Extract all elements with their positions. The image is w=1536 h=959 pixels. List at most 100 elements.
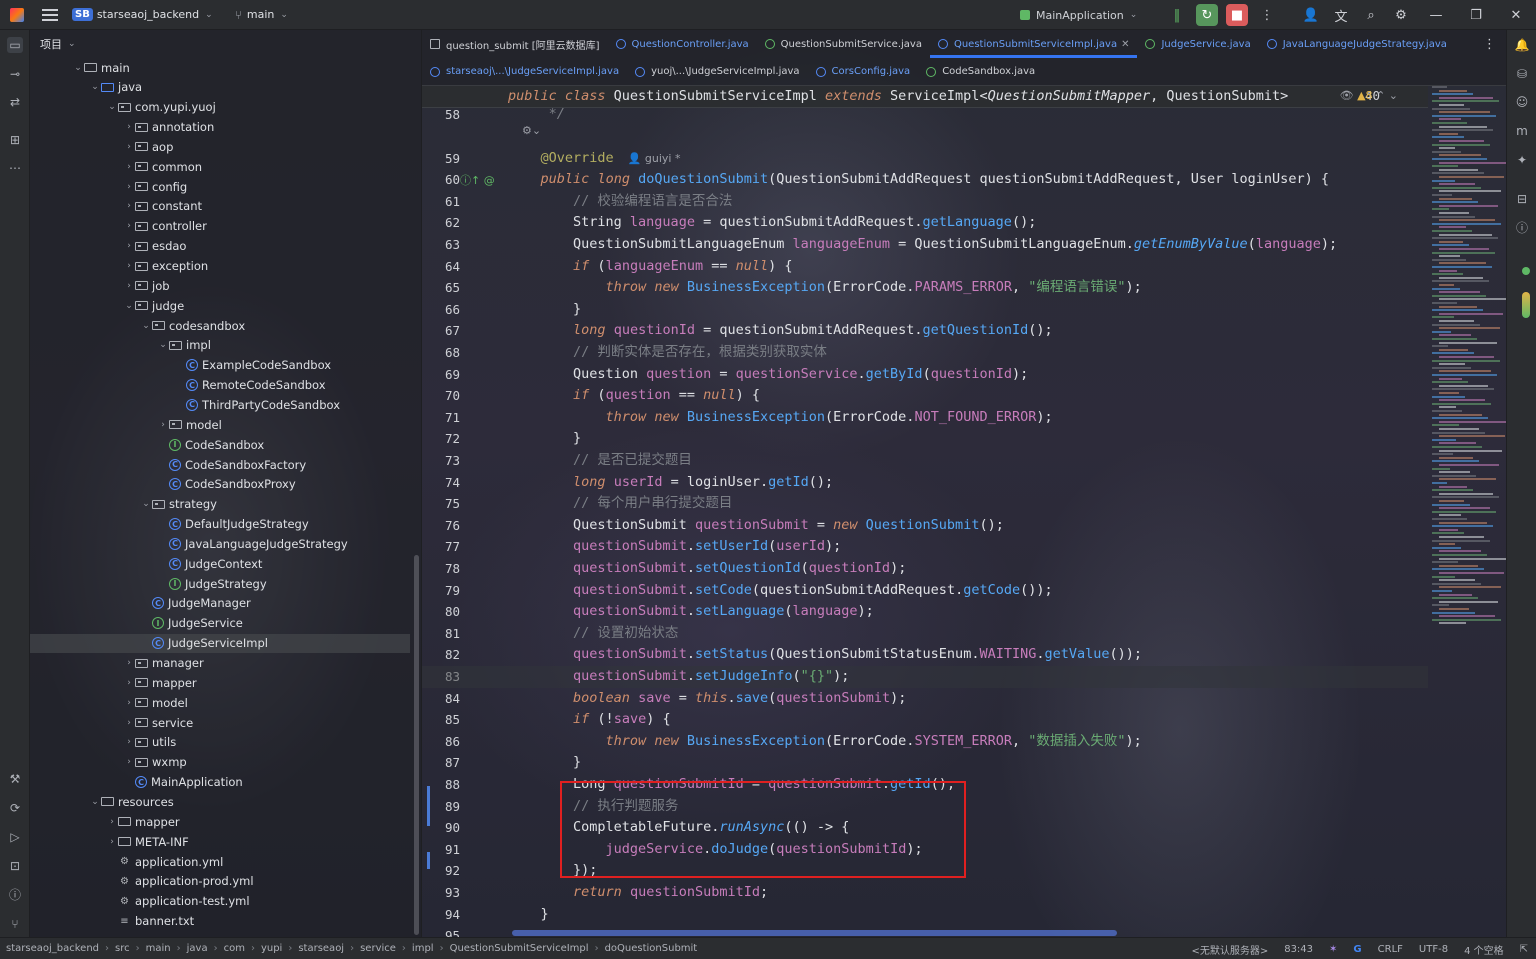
tree-item-judgestrategy[interactable]: I JudgeStrategy: [30, 574, 410, 593]
tree-item-model[interactable]: › model: [30, 693, 410, 712]
chevron-right-icon[interactable]: ›: [123, 261, 135, 271]
tree-item-examplecodesandbox[interactable]: C ExampleCodeSandbox: [30, 356, 410, 375]
tab-questionsubmitservice-java[interactable]: QuestionSubmitService.java: [757, 30, 930, 58]
chevron-down-icon[interactable]: ⌄: [140, 499, 152, 509]
project-scrollbar[interactable]: [414, 555, 419, 935]
services-icon[interactable]: ⟳: [7, 800, 23, 816]
build-hammer-icon[interactable]: ⚒: [7, 771, 23, 787]
chevron-right-icon[interactable]: ›: [123, 142, 135, 152]
tab-starseaoj-judgeserviceimpl-java[interactable]: starseaoj\...\JudgeServiceImpl.java: [422, 58, 627, 86]
tab-questionsubmitserviceimpl-java[interactable]: QuestionSubmitServiceImpl.java ✕: [929, 30, 1138, 58]
info-icon[interactable]: ⓘ: [1514, 220, 1530, 236]
breadcrumb-item[interactable]: java: [187, 943, 208, 954]
code-line[interactable]: questionSubmit.setCode(questionSubmitAdd…: [508, 580, 1053, 602]
tree-item-com-yupi-yuoj[interactable]: ⌄ com.yupi.yuoj: [30, 98, 410, 117]
tree-item-judgecontext[interactable]: C JudgeContext: [30, 554, 410, 573]
tree-item-meta-inf[interactable]: › META-INF: [30, 832, 410, 851]
tree-item-resources[interactable]: ⌄ resources: [30, 792, 410, 811]
lock-icon[interactable]: ⇱: [1520, 944, 1528, 955]
database-icon[interactable]: ⛁: [1514, 66, 1530, 82]
tree-item-mainapplication[interactable]: C MainApplication: [30, 773, 410, 792]
chevron-down-icon[interactable]: ⌄: [68, 39, 76, 49]
tree-item-application-prod-yml[interactable]: ⚙ application-prod.yml: [30, 872, 410, 891]
tree-item-exception[interactable]: › exception: [30, 257, 410, 276]
project-name[interactable]: starseaoj_backend: [97, 0, 199, 30]
code-line[interactable]: boolean save = this.save(questionSubmit)…: [508, 688, 906, 710]
translate-icon[interactable]: 文: [1330, 4, 1352, 26]
breadcrumb-item[interactable]: impl: [412, 943, 434, 954]
chevron-right-icon[interactable]: ›: [123, 201, 135, 211]
code-line[interactable]: questionSubmit.setJudgeInfo("{}");: [508, 666, 849, 688]
chevron-right-icon[interactable]: ›: [106, 817, 118, 827]
code-line[interactable]: QuestionSubmit questionSubmit = new Ques…: [508, 515, 1004, 537]
chevron-right-icon[interactable]: ›: [123, 182, 135, 192]
problems-icon[interactable]: ⓘ: [7, 887, 23, 903]
chevron-down-icon[interactable]: ⌄: [280, 10, 288, 20]
tree-item-mapper[interactable]: › mapper: [30, 673, 410, 692]
more-tabs-icon[interactable]: ⋮: [1483, 37, 1496, 52]
tree-item-application-yml[interactable]: ⚙ application.yml: [30, 852, 410, 871]
tree-item-service[interactable]: › service: [30, 713, 410, 732]
tree-item-esdao[interactable]: › esdao: [30, 237, 410, 256]
close-icon[interactable]: ✕: [1121, 39, 1129, 50]
chevron-down-icon[interactable]: ⌄: [72, 63, 84, 73]
tab-corsconfig-java[interactable]: CorsConfig.java: [808, 58, 919, 86]
code-line[interactable]: // 设置初始状态: [508, 623, 678, 645]
tab-yuoj-judgeserviceimpl-java[interactable]: yuoj\...\JudgeServiceImpl.java: [627, 58, 807, 86]
branch-name[interactable]: main: [247, 0, 274, 30]
code-line[interactable]: throw new BusinessException(ErrorCode.SY…: [508, 731, 1142, 753]
code-line[interactable]: if (languageEnum == null) {: [508, 256, 793, 278]
change-marker[interactable]: [427, 852, 430, 869]
ai-assistant-icon[interactable]: ✦: [1514, 152, 1530, 168]
chevron-down-icon[interactable]: ⌄: [123, 301, 135, 311]
code-line[interactable]: }: [508, 299, 581, 321]
main-menu-icon[interactable]: [42, 8, 58, 21]
warnings-indicator[interactable]: 👁 ▲8 ⌃ ⌄: [1340, 89, 1398, 102]
inlay-settings-icon[interactable]: ⚙⌄: [508, 120, 541, 142]
more-actions-icon[interactable]: ⋮: [1256, 4, 1278, 26]
tab-codesandbox-java[interactable]: CodeSandbox.java: [918, 58, 1043, 86]
breadcrumb-item[interactable]: src: [115, 943, 130, 954]
code-line[interactable]: long userId = loginUser.getId();: [508, 472, 833, 494]
tree-item-java[interactable]: ⌄ java: [30, 78, 410, 97]
tree-item-application-test-yml[interactable]: ⚙ application-test.yml: [30, 892, 410, 911]
tree-item-codesandboxfactory[interactable]: C CodeSandboxFactory: [30, 455, 410, 474]
chevron-right-icon[interactable]: ›: [123, 221, 135, 231]
project-panel-header[interactable]: 项目 ⌄: [30, 30, 421, 58]
tree-item-judgeserviceimpl[interactable]: C JudgeServiceImpl: [30, 633, 410, 653]
pause-icon[interactable]: ‖: [1166, 4, 1188, 26]
author-inlay-hint[interactable]: 👤 guiyi *: [628, 152, 681, 165]
terminal-icon[interactable]: ⊡: [7, 858, 23, 874]
tree-item-main[interactable]: ⌄ main: [30, 58, 410, 77]
code-minimap[interactable]: [1428, 86, 1508, 937]
more-tools-icon[interactable]: ⋯: [7, 160, 23, 176]
tree-item-mapper[interactable]: › mapper: [30, 812, 410, 831]
chevron-right-icon[interactable]: ›: [106, 837, 118, 847]
tab-question-submit-[interactable]: question_submit [阿里云数据库]: [422, 30, 608, 58]
commit-icon[interactable]: ⊸: [7, 66, 23, 82]
chevron-right-icon[interactable]: ›: [123, 658, 135, 668]
project-folder-icon[interactable]: ▭: [7, 37, 23, 53]
tree-item-config[interactable]: › config: [30, 177, 410, 196]
chevron-down-icon[interactable]: ⌄: [89, 797, 101, 807]
tree-item-codesandboxproxy[interactable]: C CodeSandboxProxy: [30, 475, 410, 494]
notifications-bell-icon[interactable]: 🔔: [1514, 37, 1530, 53]
chevron-right-icon[interactable]: ›: [123, 737, 135, 747]
tree-item-constant[interactable]: › constant: [30, 197, 410, 216]
chevron-right-icon[interactable]: ›: [123, 241, 135, 251]
implements-gutter-icon[interactable]: ⓘ↑ @: [460, 172, 495, 188]
code-line[interactable]: }: [508, 904, 549, 926]
add-user-icon[interactable]: 👤: [1300, 4, 1322, 26]
google-icon[interactable]: G: [1353, 944, 1361, 955]
code-line[interactable]: public long doQuestionSubmit(QuestionSub…: [508, 169, 1329, 191]
code-line[interactable]: if (!save) {: [508, 709, 671, 731]
copilot-icon[interactable]: ☺: [1514, 94, 1530, 110]
code-line[interactable]: long questionId = questionSubmitAddReque…: [508, 320, 1053, 342]
code-line[interactable]: String language = questionSubmitAddReque…: [508, 212, 1036, 234]
run-configuration-selector[interactable]: MainApplication ⌄: [1020, 0, 1137, 30]
chevron-down-icon[interactable]: ⌄: [89, 82, 101, 92]
tree-item-aop[interactable]: › aop: [30, 137, 410, 156]
breadcrumb-item[interactable]: yupi: [261, 943, 282, 954]
chevron-right-icon[interactable]: ›: [123, 698, 135, 708]
pull-request-icon[interactable]: ⇄: [7, 94, 23, 110]
